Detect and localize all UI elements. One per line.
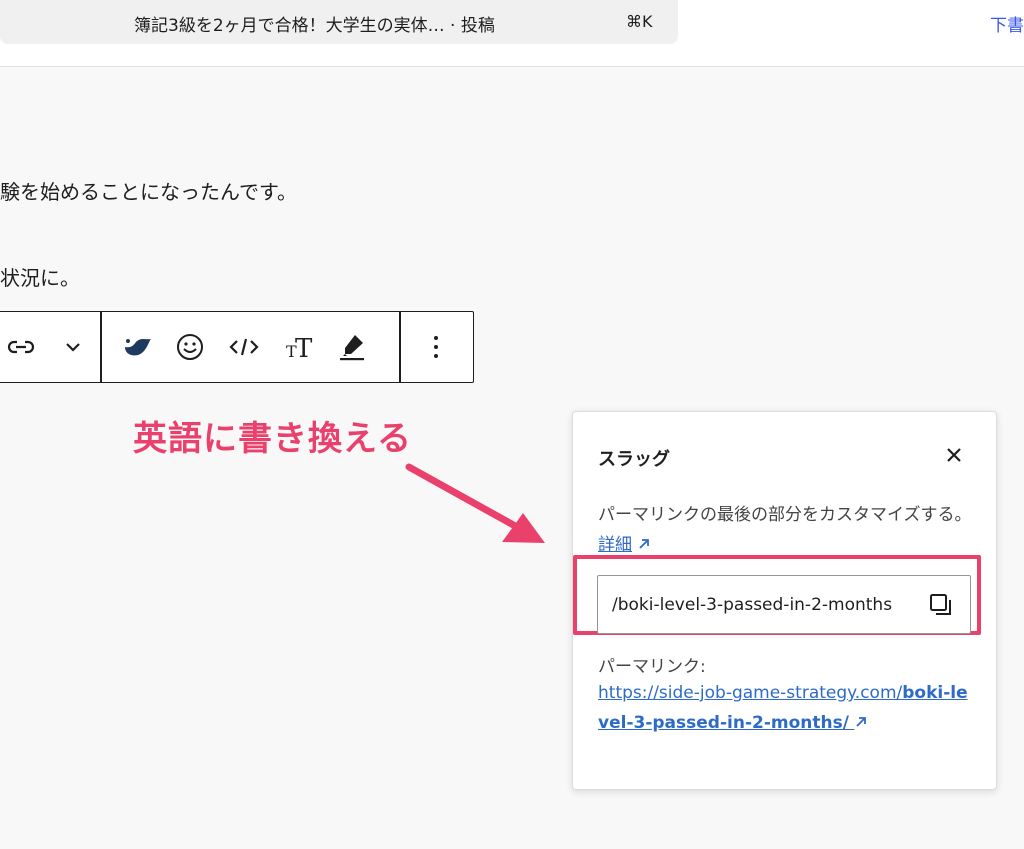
emoji-button[interactable] <box>168 312 212 382</box>
annotation-arrow-icon <box>405 463 545 543</box>
link-button[interactable] <box>0 312 43 382</box>
command-shortcut: ⌘K <box>626 12 653 31</box>
chevron-down-icon <box>66 343 80 352</box>
emoji-icon <box>177 334 203 360</box>
block-options-button[interactable] <box>414 312 458 382</box>
text-size-button[interactable]: T T <box>276 312 320 382</box>
more-options-icon <box>434 336 438 358</box>
inline-code-button[interactable] <box>222 312 266 382</box>
custom-block-icon <box>125 339 151 356</box>
description-text: パーマリンクの最後の部分をカスタマイズする。 <box>598 505 972 525</box>
command-palette-button[interactable]: 簿記3級を2ヶ月で合格！大学生の実体… · 投稿 ⌘K <box>0 0 678 44</box>
svg-text:T: T <box>295 334 313 361</box>
slug-popover: スラッグ パーマリンクの最後の部分をカスタマイズする。 詳細 パーマリンク: h… <box>572 411 997 790</box>
custom-block-button[interactable] <box>115 312 159 382</box>
copy-button[interactable] <box>928 592 954 618</box>
toolbar-divider <box>100 312 102 382</box>
close-button[interactable] <box>941 442 967 468</box>
annotation-label: 英語に書き換える <box>133 419 412 459</box>
save-draft-button[interactable]: 下書 <box>990 11 1024 36</box>
slug-input[interactable] <box>612 576 912 633</box>
close-icon <box>947 448 961 462</box>
more-formatting-dropdown[interactable] <box>51 312 95 382</box>
highlight-icon <box>340 335 364 361</box>
editor-header: 簿記3級を2ヶ月で合格！大学生の実体… · 投稿 ⌘K 下書 <box>0 0 1024 67</box>
toolbar-divider <box>399 312 401 382</box>
block-toolbar: T T <box>0 311 474 383</box>
code-icon <box>229 338 259 356</box>
external-link-icon <box>856 717 867 727</box>
slug-field[interactable] <box>597 575 971 634</box>
copy-icon <box>930 594 951 615</box>
paragraph-block[interactable]: 状況に。 <box>0 262 80 291</box>
text-size-icon: T T <box>286 334 313 361</box>
popover-title: スラッグ <box>598 449 670 470</box>
permalink-link[interactable]: https://side-job-game-strategy.com/boki-… <box>598 678 978 738</box>
popover-description: パーマリンクの最後の部分をカスタマイズする。 詳細 <box>598 500 978 560</box>
permalink-label: パーマリンク: <box>598 657 706 677</box>
external-link-icon <box>639 539 650 549</box>
learn-more-link[interactable]: 詳細 <box>598 535 632 555</box>
paragraph-block[interactable]: 験を始めることになったんです。 <box>0 176 297 205</box>
document-title: 簿記3級を2ヶ月で合格！大学生の実体… · 投稿 <box>134 16 495 36</box>
highlight-button[interactable] <box>330 312 374 382</box>
link-icon <box>7 340 35 354</box>
